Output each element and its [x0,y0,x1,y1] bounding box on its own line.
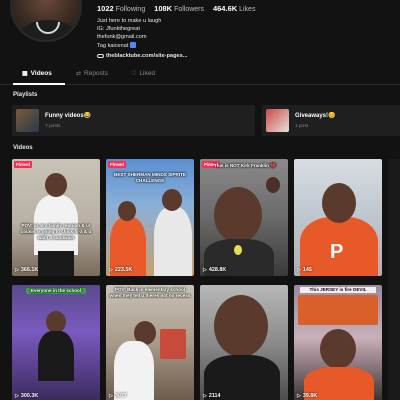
likes-count: 464.6K [212,4,238,13]
person-face [320,329,356,369]
person-pants [38,251,74,276]
playlists-heading: Playlists [13,92,38,98]
tab-videos-label: Videos [30,70,52,77]
playlist-card[interactable]: Giveaways!😊 1 post [262,105,400,136]
video-views: ▷ 39.8K [297,393,318,399]
bio-line-tag: Tag kaicenat [97,42,161,50]
playlist-card[interactable]: Funny videos😂 7 posts [12,105,255,136]
likes-label: Likes [239,6,256,13]
play-icon: ▷ [109,267,113,273]
play-icon: ▷ [15,267,19,273]
profile-bio: Just here to make u laugh IG: Jfunkthegr… [97,17,161,50]
tab-reposts-label: Reposts [84,70,108,77]
video-views: ▷ 3077 [109,393,127,399]
bg-person-face [266,177,280,193]
playlist-thumbnail [266,109,289,132]
person-shirt [154,207,192,276]
play-icon: ▷ [203,393,207,399]
yellow-object [234,245,242,255]
bio-line: Just here to make u laugh [97,18,162,24]
video-views: ▷ 145 [297,267,312,273]
pinned-badge: Pinned [108,161,126,168]
profile-tabs: ▦ Videos ⇄ Reposts ♡ Liked [0,67,400,85]
videos-heading: Videos [13,145,33,151]
video-thumbnail[interactable]: Everyone in the school ▷ 300.3K [12,285,100,400]
active-tab-underline [13,83,65,85]
playlist-title: Giveaways!😊 [295,113,336,119]
video-views: ▷ 366.1K [15,267,39,273]
following-count[interactable]: 1022 [97,4,114,13]
profile-link[interactable]: theblacktube.com/site-pages... [97,53,187,59]
instagram-icon [130,42,137,49]
play-icon: ▷ [297,393,301,399]
person-face [322,183,356,223]
person-face [45,173,67,197]
next-column-partial [388,159,400,400]
profile-stats: 1022 Following 108K Followers 464.6K Lik… [97,4,262,13]
repost-icon: ⇄ [76,71,82,77]
video-thumbnail[interactable]: Pinned BEST SHERMAN MINDS SIPRITE CHALLE… [106,159,194,276]
followers-label[interactable]: Followers [174,6,204,13]
video-views: ▷ 428.8K [203,267,227,273]
video-thumbnail[interactable]: ▷ 2114 [200,285,288,400]
video-views: ▷ 2114 [203,393,221,399]
following-label[interactable]: Following [116,6,146,13]
person-face [46,311,66,333]
heart-outline-icon: ♡ [131,71,137,77]
play-icon: ▷ [203,267,207,273]
video-caption: BEST SHERMAN MINDS SIPRITE CHALLENGE [114,172,186,183]
tab-liked[interactable]: ♡ Liked [131,70,155,77]
link-icon [97,53,104,58]
tab-reposts[interactable]: ⇄ Reposts [76,70,108,77]
video-thumbnail[interactable]: Pinned This is NOT Kirk Franklin 💔 ▷ 428.… [200,159,288,276]
followers-count[interactable]: 108K [154,4,172,13]
person-face [118,201,136,221]
person-hoodie [114,341,154,400]
video-caption: Everyone in the school [26,288,86,294]
play-icon: ▷ [109,393,113,399]
playlist-thumbnail [16,109,39,132]
video-views: ▷ 300.3K [15,393,39,399]
video-caption: POV: ur at a family reunion & ur cousin … [20,223,92,240]
play-icon: ▷ [297,267,301,273]
person-shirt [38,331,74,381]
profile-link-text[interactable]: theblacktube.com/site-pages... [106,53,187,59]
avatar[interactable] [10,0,82,42]
jersey-number: P [330,241,344,263]
video-views: ▷ 223.5K [109,267,133,273]
tab-videos[interactable]: ▦ Videos [22,70,52,77]
video-thumbnail[interactable]: Pinned POV: ur at a family reunion & ur … [12,159,100,276]
video-caption: This JERSEY is fire DEVIL [300,287,376,293]
playlist-count: 7 posts [45,124,61,129]
bio-line: thefunk@gmail.com [97,34,147,41]
video-caption: This is NOT Kirk Franklin 💔 [214,163,276,168]
video-thumbnail[interactable]: P ▷ 145 [294,159,382,276]
grid-icon: ▦ [22,71,28,77]
video-thumbnail[interactable]: POV: Back in elementary school when they… [106,285,194,400]
video-thumbnail[interactable]: This JERSEY is fire DEVIL ▷ 39.8K [294,285,382,400]
tab-liked-label: Liked [139,70,155,77]
person-face [214,295,268,357]
play-icon: ▷ [15,393,19,399]
playlist-count: 1 post [295,124,309,129]
pinned-badge: Pinned [14,161,32,168]
playlist-title: Funny videos😂 [45,113,92,119]
red-object [160,329,186,359]
jersey-image [298,295,378,325]
video-caption: POV: Back in elementary school when they… [109,287,191,298]
person-face [214,187,262,243]
bio-line: IG: Jfunkthegreat [97,26,140,33]
person-face [162,189,182,211]
